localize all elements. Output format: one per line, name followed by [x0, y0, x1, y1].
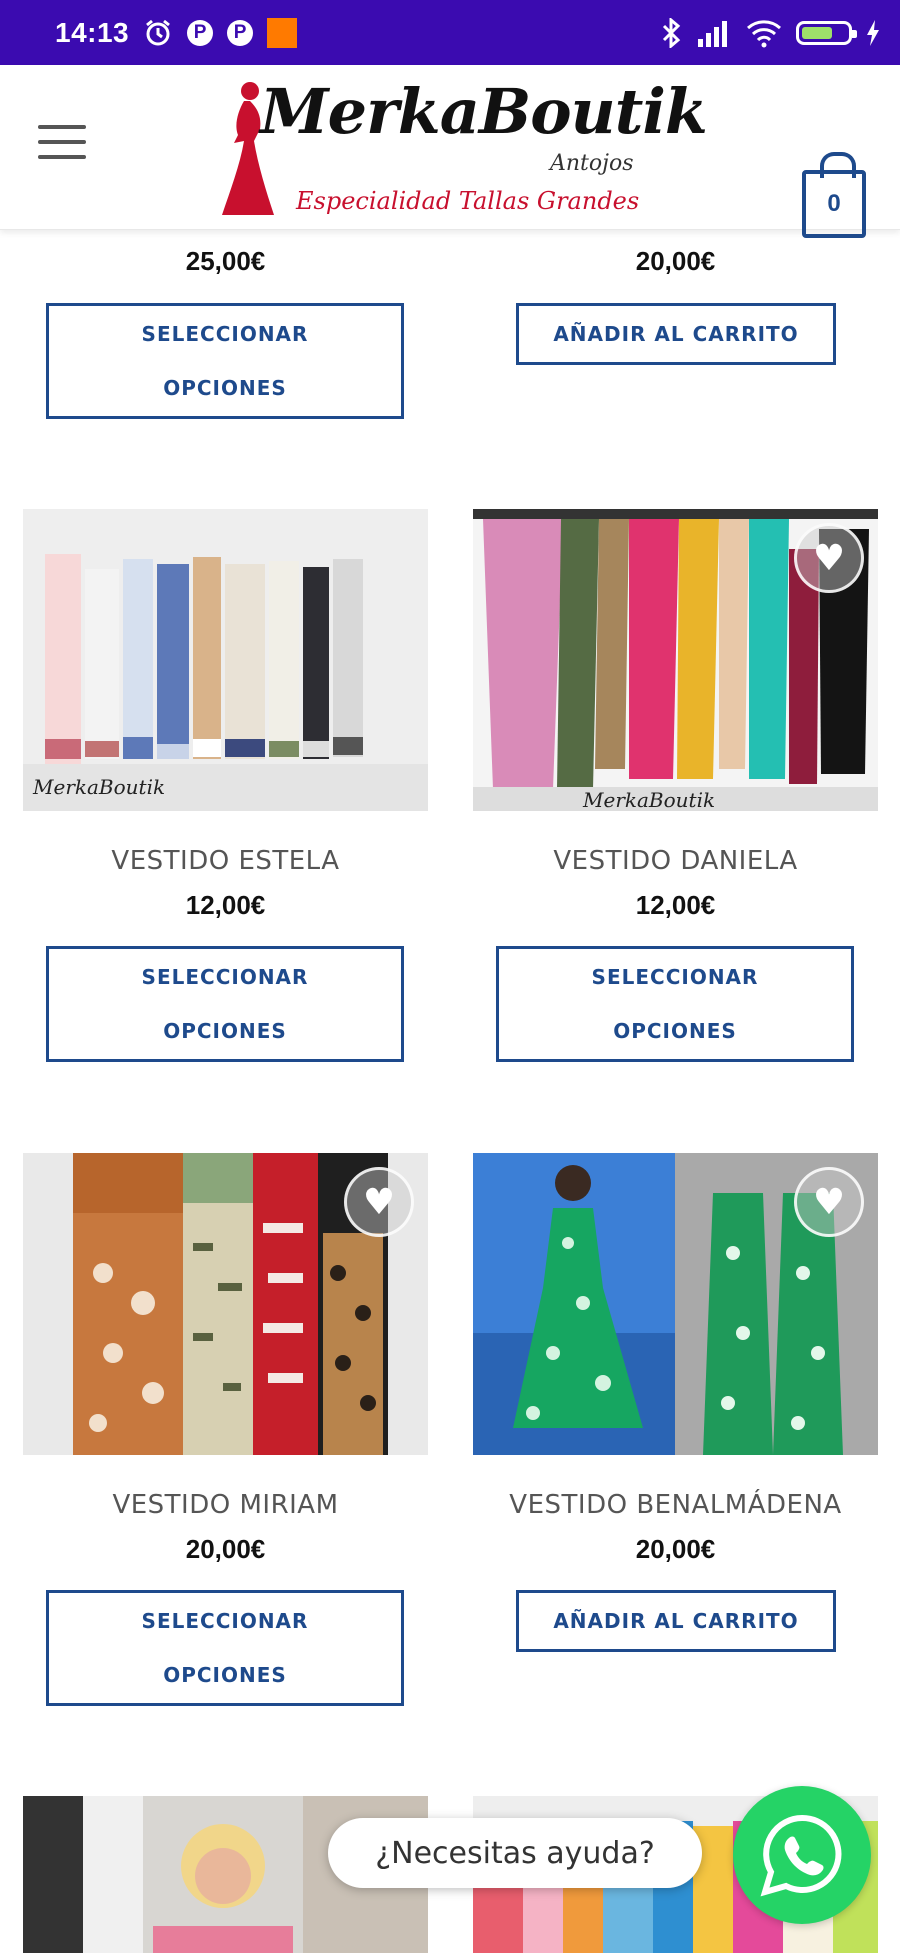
whatsapp-icon: [760, 1814, 842, 1897]
dress-rack-photo: MerkaBoutik: [23, 509, 428, 811]
product-price: 12,00€: [185, 890, 266, 920]
product-image[interactable]: MerkaBoutik ♥: [473, 509, 878, 811]
product-image[interactable]: ♥: [473, 1153, 878, 1455]
svg-text:MerkaBoutik: MerkaBoutik: [32, 775, 165, 799]
site-logo[interactable]: MerkaBoutik Antojos Especialidad Tallas …: [220, 73, 708, 223]
add-to-cart-button[interactable]: AÑADIR AL CARRITO: [516, 303, 836, 365]
svg-text:MerkaBoutik: MerkaBoutik: [582, 788, 715, 811]
menu-icon[interactable]: [38, 125, 86, 165]
product-image[interactable]: MerkaBoutik: [23, 509, 428, 811]
logo-title: MerkaBoutik: [260, 75, 708, 148]
logo-subtitle: Antojos: [550, 151, 634, 176]
select-options-button[interactable]: SELECCIONAR OPCIONES: [46, 303, 404, 419]
alarm-icon: [146, 19, 171, 45]
select-options-button[interactable]: SELECCIONAR OPCIONES: [46, 1590, 404, 1706]
cart-button[interactable]: 0: [802, 152, 866, 238]
wishlist-heart-icon[interactable]: ♥: [344, 1167, 414, 1237]
product-name[interactable]: VESTIDO DANIELA: [473, 846, 878, 876]
parking-app-icon: P: [187, 19, 214, 46]
cart-count: 0: [827, 190, 841, 217]
whatsapp-help-bubble[interactable]: ¿Necesitas ayuda?: [328, 1818, 702, 1888]
product-price: 20,00€: [635, 246, 716, 276]
product-price: 20,00€: [185, 1534, 266, 1564]
product-name[interactable]: VESTIDO BENALMÁDENA: [473, 1490, 878, 1520]
bluetooth-icon: [662, 17, 681, 48]
product-price: 25,00€: [185, 246, 266, 276]
logo-tagline: Especialidad Tallas Grandes: [296, 187, 640, 215]
app-notification-icon: [267, 17, 298, 48]
status-bar: 14:13 P P: [0, 0, 900, 65]
product-name[interactable]: VESTIDO MIRIAM: [23, 1490, 428, 1520]
wishlist-heart-icon[interactable]: ♥: [794, 1167, 864, 1237]
product-price: 20,00€: [635, 1534, 716, 1564]
select-options-button[interactable]: SELECCIONAR OPCIONES: [496, 946, 854, 1062]
wifi-icon: [747, 19, 781, 47]
battery-icon: [796, 20, 857, 45]
product-image[interactable]: ♥: [23, 1153, 428, 1455]
parking-app-icon-2: P: [227, 19, 254, 46]
select-options-button[interactable]: SELECCIONAR OPCIONES: [46, 946, 404, 1062]
product-name[interactable]: VESTIDO ESTELA: [23, 846, 428, 876]
whatsapp-help-text: ¿Necesitas ayuda?: [375, 1835, 655, 1871]
signal-icon: [698, 20, 727, 47]
wishlist-heart-icon[interactable]: ♥: [794, 523, 864, 593]
status-time: 14:13: [55, 16, 130, 48]
product-price: 12,00€: [635, 890, 716, 920]
add-to-cart-button[interactable]: AÑADIR AL CARRITO: [516, 1590, 836, 1652]
whatsapp-button[interactable]: [733, 1786, 871, 1924]
charging-icon: [867, 19, 879, 46]
site-header: MerkaBoutik Antojos Especialidad Tallas …: [0, 65, 900, 238]
